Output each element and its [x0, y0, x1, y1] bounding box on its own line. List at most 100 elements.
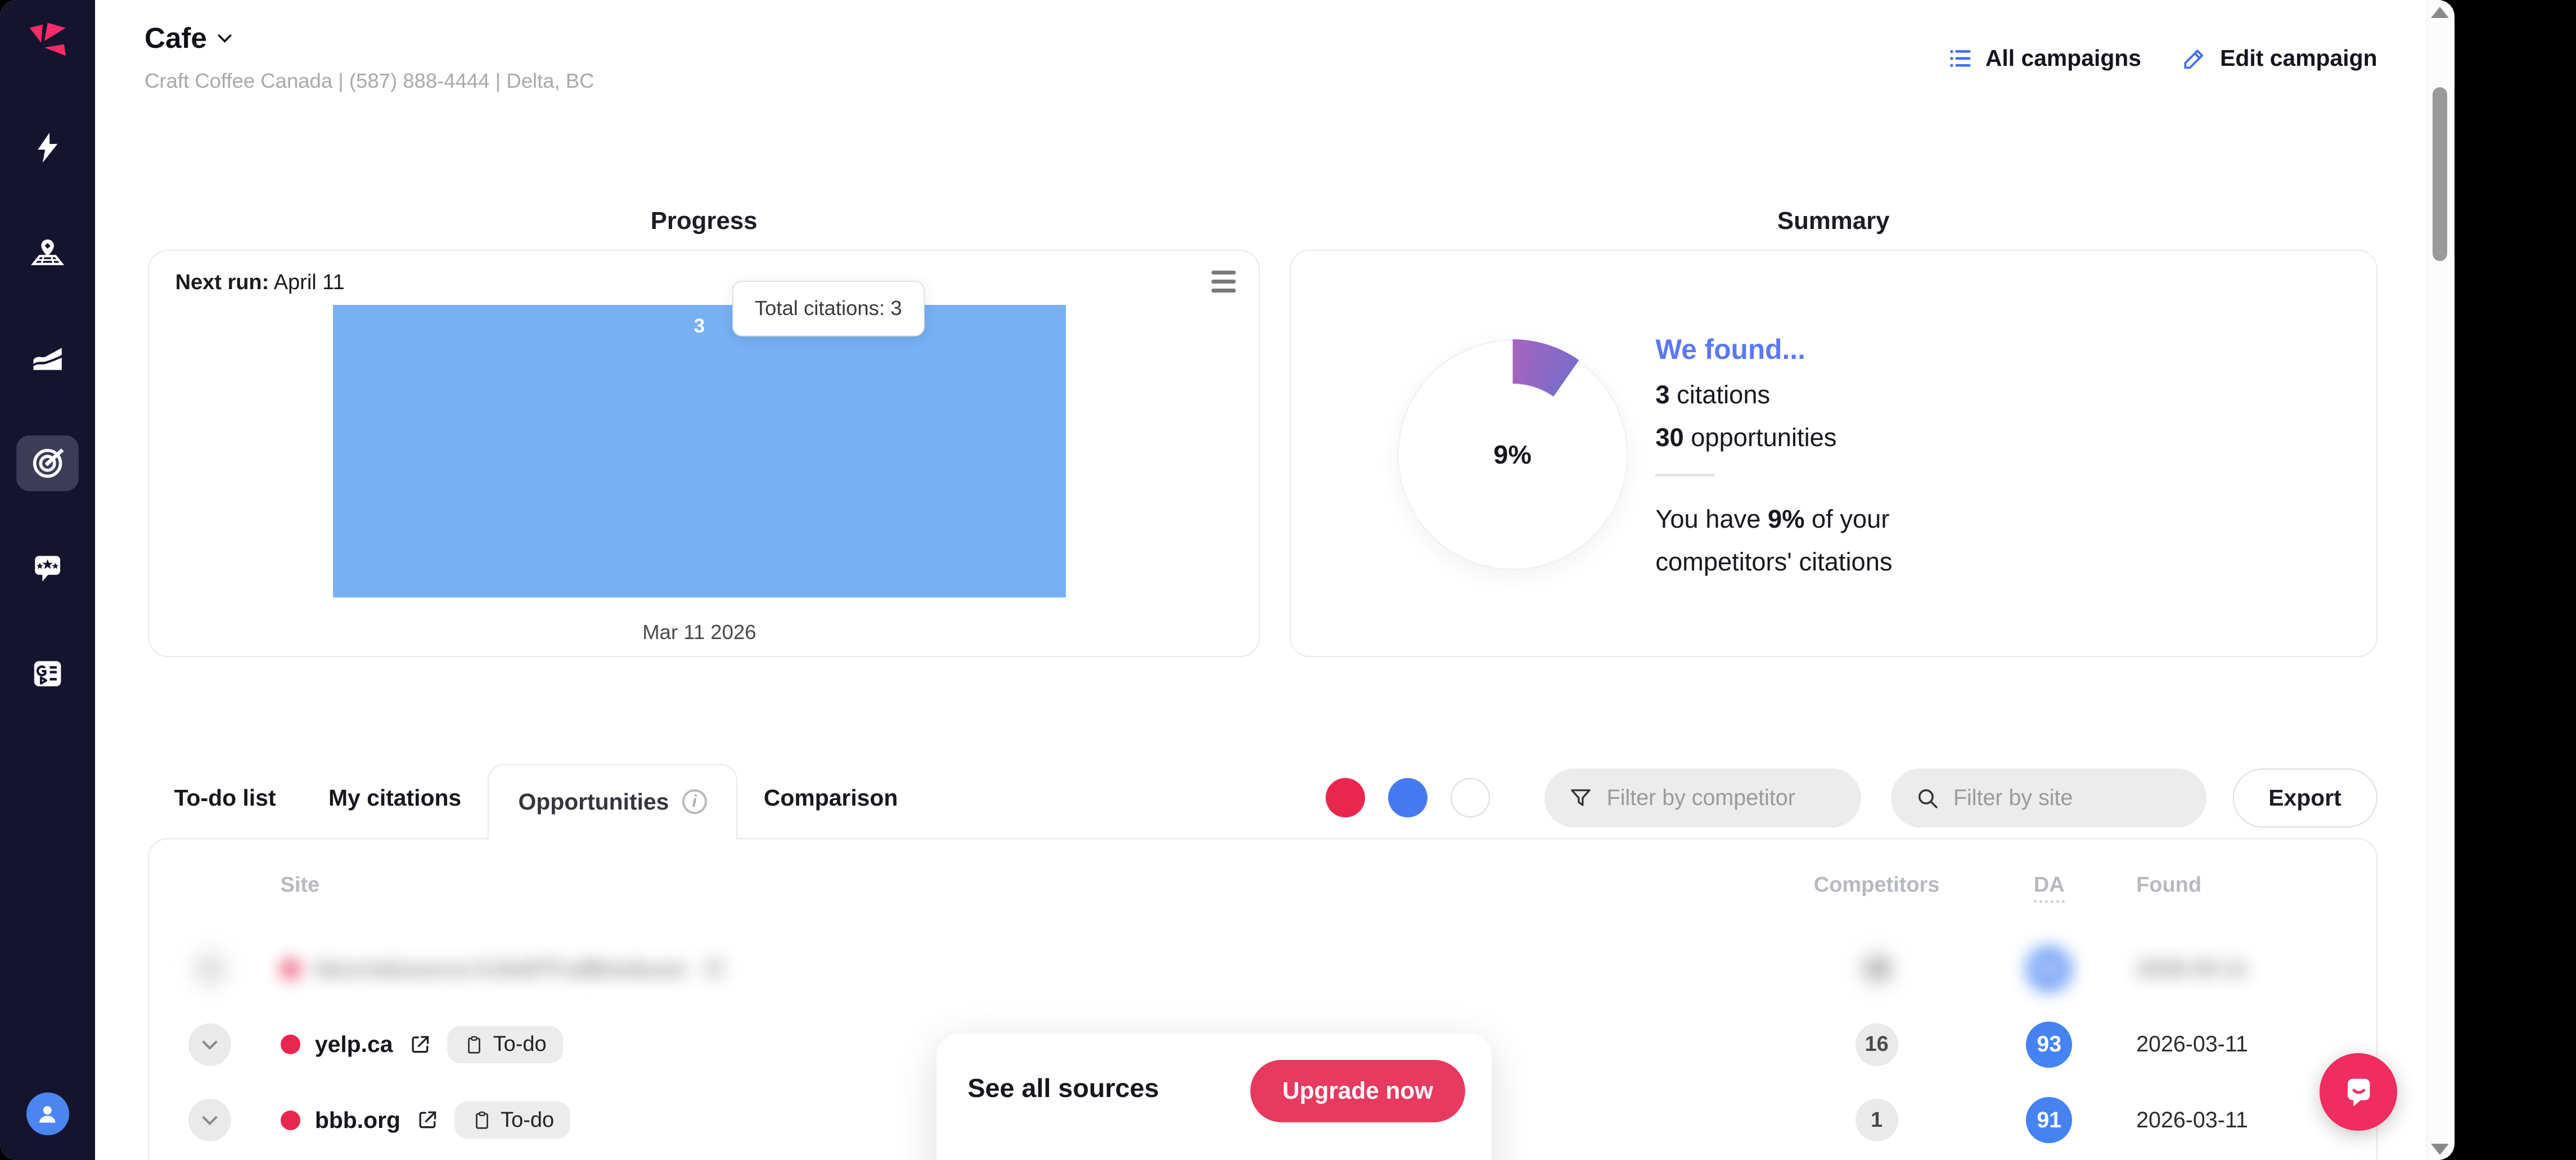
scrollbar-thumb[interactable] — [2433, 87, 2447, 262]
site-link[interactable]: bbb.org — [315, 1107, 400, 1134]
expand-row-button[interactable] — [188, 1023, 231, 1066]
expand-row-button[interactable] — [188, 947, 231, 990]
summary-note: You have 9% of your competitors' citatio… — [1655, 498, 2000, 583]
todo-badge[interactable]: To-do — [447, 1026, 563, 1063]
sidebar-item-quick-actions[interactable] — [16, 120, 79, 176]
info-icon[interactable]: i — [682, 789, 707, 814]
todo-badge[interactable]: To-do — [454, 1101, 570, 1139]
x-axis-label: Mar 11 2026 — [333, 621, 1066, 644]
edit-campaign-button[interactable]: Edit campaign — [2181, 44, 2377, 73]
chart-menu-button[interactable] — [1212, 271, 1236, 293]
citations-donut-chart: 9% — [1398, 340, 1628, 570]
page-scrollbar[interactable] — [2426, 0, 2451, 1160]
toolbar: To-do list My citations Opportunities i … — [148, 758, 2377, 838]
tab-opportunities[interactable]: Opportunities i — [488, 764, 737, 839]
expand-row-button[interactable] — [188, 1099, 231, 1141]
citations-count-line: 3 citations — [1655, 380, 2000, 410]
progress-section-title: Progress — [148, 207, 1260, 235]
competitors-count: 1 — [1856, 1099, 1898, 1141]
legend-dot-white[interactable] — [1451, 778, 1490, 817]
summary-card: 9% We found... 3 citations 30 opportunit… — [1290, 250, 2377, 657]
app-window: Cafe Craft Coffee Canada | (587) 888-444… — [0, 0, 2455, 1160]
search-icon — [1914, 785, 1940, 811]
tab-my-citations[interactable]: My citations — [302, 758, 488, 838]
sidebar-item-business-profile[interactable] — [16, 646, 79, 702]
chevron-down-icon — [199, 958, 220, 979]
progress-card: Next run: April 11 3 Total citations: 3 … — [148, 250, 1260, 657]
cards-row: Next run: April 11 3 Total citations: 3 … — [148, 250, 2377, 657]
next-run: Next run: April 11 — [175, 271, 345, 295]
external-link-icon[interactable] — [408, 1032, 433, 1057]
legend-dot-blue[interactable] — [1388, 778, 1427, 817]
col-da: DA — [1975, 873, 2123, 897]
lightning-icon — [29, 129, 66, 167]
main-content: Cafe Craft Coffee Canada | (587) 888-444… — [95, 0, 2454, 1160]
chevron-down-icon — [199, 1109, 220, 1131]
site-dot — [281, 1035, 300, 1054]
sidebar-item-local-rankings[interactable] — [16, 225, 79, 281]
legend-dot-red[interactable] — [1326, 778, 1365, 817]
da-badge: 91 — [2026, 1097, 2072, 1143]
filter-site-input[interactable] — [1953, 785, 2183, 811]
opportunities-count-line: 30 opportunities — [1655, 423, 2000, 452]
da-badge: 92 — [2026, 946, 2072, 992]
brand-logo[interactable] — [21, 16, 74, 69]
area-chart-icon — [29, 339, 66, 377]
sidebar — [0, 0, 95, 1160]
filter-by-site — [1891, 768, 2206, 828]
clipboard-icon — [463, 1034, 485, 1055]
scroll-down-arrow[interactable] — [2431, 1144, 2449, 1155]
header-actions: All campaigns Edit campaign — [1946, 44, 2377, 73]
da-badge: 93 — [2026, 1022, 2072, 1068]
col-site: Site — [281, 873, 1778, 897]
section-headings: Progress Summary — [148, 207, 2377, 235]
tabs: To-do list My citations Opportunities i … — [148, 758, 924, 838]
donut-slice — [1397, 339, 1628, 570]
export-button[interactable]: Export — [2233, 768, 2377, 828]
external-link-icon[interactable] — [701, 956, 726, 981]
pencil-icon — [2181, 44, 2209, 73]
funnel-icon — [1568, 785, 1594, 811]
target-icon — [29, 444, 66, 482]
next-run-label: Next run: — [175, 271, 269, 294]
tab-comparison[interactable]: Comparison — [737, 758, 924, 838]
site-link[interactable]: yelp.ca — [315, 1031, 393, 1058]
site-dot — [281, 1110, 300, 1130]
sidebar-item-statistics[interactable] — [16, 330, 79, 386]
site-link[interactable]: blurredsource-0.8x87FsdBmdsum — [315, 956, 687, 982]
competitors-count: 18 — [1856, 947, 1898, 990]
toolbar-right: Export — [1326, 768, 2377, 828]
all-campaigns-button[interactable]: All campaigns — [1946, 44, 2141, 73]
person-icon — [33, 1099, 62, 1129]
sidebar-item-citations[interactable] — [16, 435, 79, 491]
upsell-popup: See all sources Upgrade now — [936, 1033, 1492, 1160]
summary-section-title: Summary — [1290, 207, 2377, 235]
chevron-down-icon — [215, 28, 235, 48]
external-link-icon[interactable] — [415, 1108, 440, 1132]
chat-launcher-button[interactable] — [2320, 1053, 2397, 1130]
sidebar-nav — [16, 120, 79, 702]
edit-campaign-label: Edit campaign — [2220, 45, 2377, 71]
found-date: 2026-03-11 — [2123, 1032, 2337, 1057]
sidebar-item-reviews[interactable] — [16, 541, 79, 596]
filter-competitor-input[interactable] — [1607, 785, 1839, 811]
bar-value-label: 3 — [333, 315, 1066, 338]
sidebar-footer — [26, 1092, 69, 1135]
scroll-up-arrow[interactable] — [2431, 7, 2449, 18]
filter-by-competitor — [1544, 768, 1862, 828]
campaign-switcher[interactable]: Cafe — [145, 21, 235, 55]
chevron-down-icon — [199, 1034, 220, 1055]
next-run-value: April 11 — [274, 271, 345, 294]
tab-todo-list[interactable]: To-do list — [148, 758, 302, 838]
user-avatar[interactable] — [26, 1092, 69, 1135]
chart-tooltip: Total citations: 3 — [732, 281, 925, 336]
col-found: Found — [2123, 873, 2337, 897]
page-title: Cafe — [145, 21, 207, 55]
campaign-header: Cafe Craft Coffee Canada | (587) 888-444… — [145, 21, 235, 55]
business-subtitle: Craft Coffee Canada | (587) 888-4444 | D… — [145, 69, 1131, 93]
upsell-text: See all sources — [967, 1073, 1159, 1103]
divider — [1655, 474, 1714, 477]
citations-bar[interactable]: 3 — [333, 305, 1066, 597]
upgrade-now-button[interactable]: Upgrade now — [1250, 1060, 1466, 1122]
clipboard-icon — [471, 1109, 493, 1131]
